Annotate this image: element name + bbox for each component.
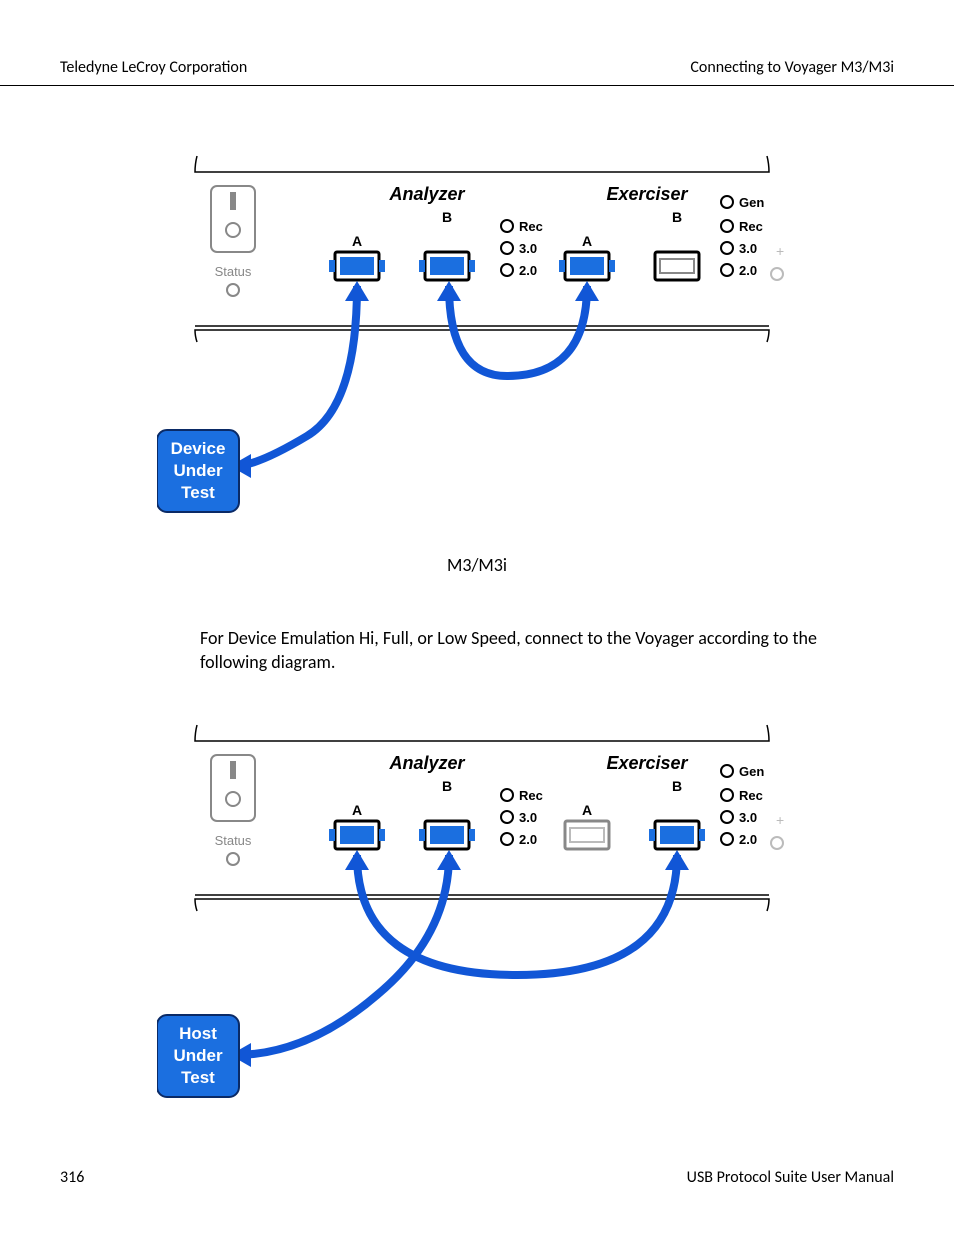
- exerciser-a-label-2: A: [582, 802, 592, 818]
- status-label-2: Status: [215, 833, 252, 848]
- host-line2: Under: [173, 1046, 223, 1065]
- led-30-2: 3.0: [519, 810, 537, 825]
- dut-line3: Test: [181, 483, 215, 502]
- analyzer-a-label: A: [352, 233, 362, 249]
- svg-text:+: +: [776, 243, 784, 259]
- header-right: Connecting to Voyager M3/M3i: [690, 58, 894, 77]
- led-20-1: 2.0: [519, 263, 537, 278]
- led-rec-2: Rec: [519, 788, 543, 803]
- body-paragraph: For Device Emulation Hi, Full, or Low Sp…: [200, 626, 880, 675]
- exerciser-b-label-2: B: [672, 778, 682, 794]
- diagram-device-under-test: Status Analyzer A B Rec 3.0 2.0 Exercise…: [157, 146, 797, 546]
- dut-line1: Device: [171, 439, 226, 458]
- analyzer-title-2: Analyzer: [388, 753, 465, 773]
- host-line3: Test: [181, 1068, 215, 1087]
- led-rec-ex-1: Rec: [739, 219, 763, 234]
- led-20-ex-1: 2.0: [739, 263, 757, 278]
- analyzer-a-label-2: A: [352, 802, 362, 818]
- led-gen-1: Gen: [739, 195, 764, 210]
- exerciser-b-label: B: [672, 209, 682, 225]
- diagram-host-under-test: Status Analyzer A B Rec 3.0 2.0 Exercise…: [157, 715, 797, 1115]
- status-label: Status: [215, 264, 252, 279]
- led-20-ex-2: 2.0: [739, 832, 757, 847]
- led-30-ex-1: 3.0: [739, 241, 757, 256]
- led-rec-1: Rec: [519, 219, 543, 234]
- footer-title: USB Protocol Suite User Manual: [687, 1168, 894, 1187]
- page-number: 316: [60, 1168, 84, 1187]
- exerciser-a-label: A: [582, 233, 592, 249]
- exerciser-title-2: Exerciser: [606, 753, 688, 773]
- led-30-ex-2: 3.0: [739, 810, 757, 825]
- led-20-2: 2.0: [519, 832, 537, 847]
- analyzer-title: Analyzer: [388, 184, 465, 204]
- dut-line2: Under: [173, 461, 223, 480]
- led-30-1: 3.0: [519, 241, 537, 256]
- header-left: Teledyne LeCroy Corporation: [60, 58, 247, 77]
- host-line1: Host: [179, 1024, 217, 1043]
- led-rec-ex-2: Rec: [739, 788, 763, 803]
- exerciser-title: Exerciser: [606, 184, 688, 204]
- svg-text:+: +: [776, 812, 784, 828]
- caption-m3: M3/M3i: [60, 554, 894, 576]
- analyzer-b-label: B: [442, 209, 452, 225]
- led-gen-2: Gen: [739, 764, 764, 779]
- analyzer-b-label-2: B: [442, 778, 452, 794]
